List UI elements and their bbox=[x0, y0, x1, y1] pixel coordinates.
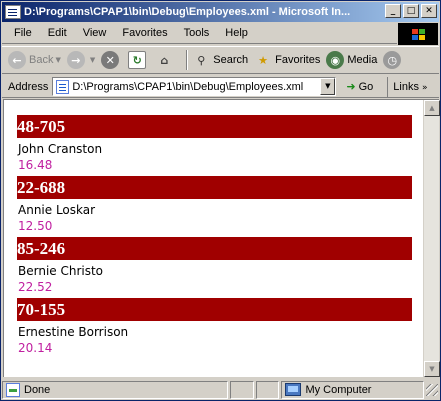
address-label: Address bbox=[8, 80, 49, 93]
window-title: D:\Programs\CPAP1\bin\Debug\Employees.xm… bbox=[24, 6, 351, 18]
employee-id: 70-155 bbox=[17, 298, 412, 321]
media-label: Media bbox=[347, 54, 378, 66]
address-input[interactable]: D:\Programs\CPAP1\bin\Debug\Employees.xm… bbox=[52, 77, 337, 96]
status-panel bbox=[255, 380, 280, 399]
page-content: 48-705 John Cranston 16.48 22-688 Annie … bbox=[3, 99, 440, 377]
refresh-icon: ↻ bbox=[128, 51, 147, 69]
security-zone: My Computer bbox=[281, 380, 425, 399]
home-button[interactable]: ⌂ bbox=[155, 51, 176, 69]
title-bar[interactable]: D:\Programs\CPAP1\bin\Debug\Employees.xm… bbox=[2, 2, 439, 22]
favorites-button[interactable]: ★ Favorites bbox=[254, 51, 320, 69]
employee-rate: 12.50 bbox=[18, 219, 53, 233]
employee-id: 48-705 bbox=[17, 115, 412, 138]
page-done-icon bbox=[6, 382, 20, 397]
window-controls: _ □ ✕ bbox=[383, 4, 437, 18]
employee-name: Ernestine Borrison bbox=[18, 325, 129, 339]
go-label: Go bbox=[358, 80, 374, 93]
windows-flag-icon bbox=[411, 28, 425, 40]
maximize-button[interactable]: □ bbox=[403, 4, 419, 18]
favorites-star-icon: ★ bbox=[258, 53, 269, 67]
stop-icon: ✕ bbox=[101, 51, 120, 69]
media-icon: ◉ bbox=[326, 51, 345, 69]
links-button[interactable]: Links» bbox=[387, 76, 428, 97]
status-text: Done bbox=[24, 383, 51, 396]
menu-help[interactable]: Help bbox=[217, 27, 256, 39]
media-button[interactable]: ◉ Media bbox=[326, 51, 377, 69]
search-button[interactable]: ⚲ Search bbox=[192, 51, 248, 69]
employee-name: Bernie Christo bbox=[18, 264, 104, 278]
page-icon bbox=[56, 79, 70, 94]
address-value: D:\Programs\CPAP1\bin\Debug\Employees.xm… bbox=[72, 80, 304, 93]
back-arrow-icon: ← bbox=[8, 51, 26, 69]
history-icon: ◷ bbox=[383, 51, 402, 69]
status-panel bbox=[229, 380, 254, 399]
employee-id: 85-246 bbox=[17, 237, 412, 260]
chevron-down-icon: ▼ bbox=[89, 56, 96, 64]
employee-rate: 22.52 bbox=[18, 280, 53, 294]
menu-tools[interactable]: Tools bbox=[176, 27, 218, 39]
address-bar: Address D:\Programs\CPAP1\bin\Debug\Empl… bbox=[2, 76, 439, 98]
employee-rate: 20.14 bbox=[18, 341, 53, 355]
browser-window: D:\Programs\CPAP1\bin\Debug\Employees.xm… bbox=[0, 0, 441, 401]
refresh-button[interactable]: ↻ bbox=[128, 51, 149, 69]
go-arrow-icon: ➜ bbox=[346, 80, 356, 93]
chevron-right-icon: » bbox=[421, 82, 428, 93]
toolbar-separator bbox=[186, 50, 189, 70]
resize-grip[interactable] bbox=[426, 383, 439, 396]
history-button[interactable]: ◷ bbox=[383, 51, 404, 69]
home-icon: ⌂ bbox=[160, 53, 169, 67]
links-label: Links bbox=[393, 80, 419, 93]
employee-list: 48-705 John Cranston 16.48 22-688 Annie … bbox=[17, 115, 412, 359]
stop-button[interactable]: ✕ bbox=[101, 51, 122, 69]
menu-edit[interactable]: Edit bbox=[40, 27, 75, 39]
employee-name: Annie Loskar bbox=[18, 203, 96, 217]
back-label: Back bbox=[29, 54, 54, 66]
status-bar: Done My Computer bbox=[2, 379, 439, 400]
minimize-button[interactable]: _ bbox=[385, 4, 401, 18]
chevron-down-icon: ▼ bbox=[55, 56, 61, 64]
menu-bar: File Edit View Favorites Tools Help bbox=[2, 23, 397, 44]
favorites-label: Favorites bbox=[275, 54, 321, 66]
close-button[interactable]: ✕ bbox=[421, 4, 437, 18]
menu-file[interactable]: File bbox=[6, 27, 40, 39]
document-icon bbox=[5, 5, 21, 19]
search-icon: ⚲ bbox=[197, 53, 206, 67]
employee-name: John Cranston bbox=[18, 142, 103, 156]
employee-id: 22-688 bbox=[17, 176, 412, 199]
search-label: Search bbox=[213, 54, 249, 66]
address-dropdown-button[interactable]: ▼ bbox=[320, 78, 336, 95]
forward-button[interactable]: → ▼ bbox=[66, 51, 96, 69]
employee-rate: 16.48 bbox=[18, 158, 53, 172]
menu-favorites[interactable]: Favorites bbox=[114, 27, 175, 39]
zone-text: My Computer bbox=[305, 383, 372, 396]
vertical-scrollbar[interactable]: ▲ ▼ bbox=[423, 100, 440, 377]
forward-arrow-icon: → bbox=[66, 51, 85, 69]
status-main: Done bbox=[2, 380, 228, 399]
standard-toolbar: ← Back ▼ → ▼ ✕ ↻ ⌂ ⚲ Search ★ Favorites … bbox=[2, 46, 439, 74]
menu-view[interactable]: View bbox=[75, 27, 115, 39]
back-button[interactable]: ← Back ▼ bbox=[8, 51, 61, 69]
my-computer-icon bbox=[285, 383, 302, 396]
windows-logo bbox=[398, 23, 438, 45]
go-button[interactable]: ➜ Go bbox=[346, 80, 373, 93]
scroll-up-button[interactable]: ▲ bbox=[424, 100, 440, 116]
scroll-down-button[interactable]: ▼ bbox=[424, 361, 440, 377]
